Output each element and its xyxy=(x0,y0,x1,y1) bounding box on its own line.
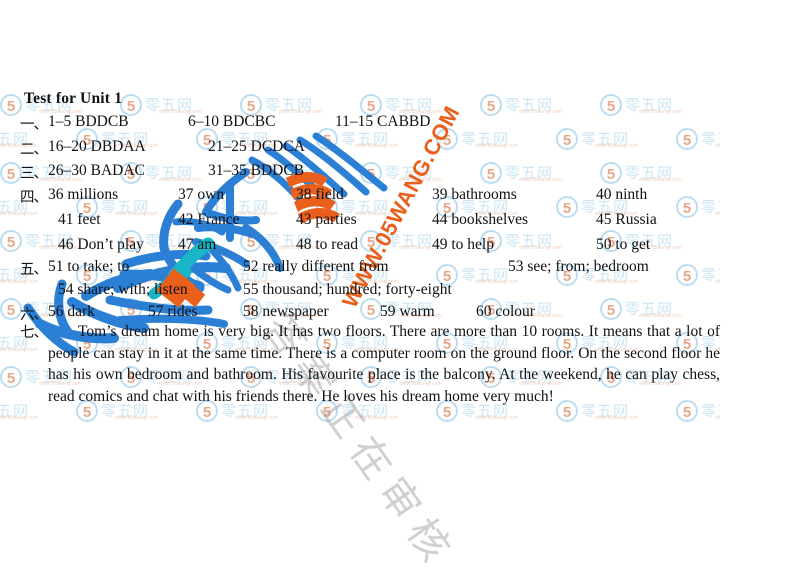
answer-row: 54 share; with; listen 55 thousand; hundr… xyxy=(0,281,800,303)
answer-cell: 59 warm xyxy=(380,303,435,320)
answer-cell: 1–5 BDDCB xyxy=(48,113,129,130)
answer-cell: 50 to get xyxy=(596,236,651,253)
answer-row: 46 Don’t play 47 am 48 to read 49 to help 50… xyxy=(0,236,800,258)
answer-cell: 40 ninth xyxy=(596,186,648,203)
answer-cell: 52 really different from xyxy=(243,258,389,275)
page-title: Test for Unit 1 xyxy=(24,90,123,107)
answer-row: 二、 16–20 DBDAA 21–25 DCDCA xyxy=(0,138,800,160)
section-marker: 二、 xyxy=(20,142,48,158)
answer-cell: 51 to take; to xyxy=(48,258,130,275)
answer-row: 四、 36 millions 37 own 38 field 39 bathrooms 4… xyxy=(0,186,800,208)
answer-sheet-content: Test for Unit 1 一、 1–5 BDDCB 6–10 BDCBC 11–… xyxy=(0,0,800,516)
answer-cell: 45 Russia xyxy=(596,211,657,228)
answer-row: 三、 26–30 BADAC 31–35 BDDCB xyxy=(0,162,800,184)
answer-cell: 11–15 CABBD xyxy=(335,113,431,130)
answer-cell: 36 millions xyxy=(48,186,119,203)
answer-cell: 31–35 BDDCB xyxy=(208,162,305,179)
answer-cell: 21–25 DCDCA xyxy=(208,138,305,155)
essay-paragraph: Tom’s dream home is very big. It has two… xyxy=(48,323,720,405)
section-marker: 三、 xyxy=(20,166,48,182)
answer-cell: 38 field xyxy=(296,186,344,203)
answer-sheet-page: 5 零五网 www.05wang.com 5 零五网 www.05wang.com 5 零五网… xyxy=(0,0,800,578)
answer-cell: 58 newspaper xyxy=(243,303,329,320)
answer-cell: 16–20 DBDAA xyxy=(48,138,146,155)
answer-row: 41 feet 42 France 43 parties 44 bookshelves… xyxy=(0,211,800,233)
answer-cell: 26–30 BADAC xyxy=(48,162,145,179)
answer-cell: 49 to help xyxy=(432,236,494,253)
answer-cell: 42 France xyxy=(178,211,240,228)
answer-cell: 48 to read xyxy=(296,236,358,253)
answer-cell: 55 thousand; hundred; forty-eight xyxy=(243,281,452,298)
answer-cell: 56 dark xyxy=(48,303,95,320)
section-marker: 七、 xyxy=(20,325,48,341)
answer-cell: 46 Don’t play xyxy=(58,236,144,253)
section-marker: 一、 xyxy=(20,117,48,133)
answer-cell: 41 feet xyxy=(58,211,101,228)
answer-cell: 37 own xyxy=(178,186,225,203)
answer-cell: 54 share; with; listen xyxy=(58,281,188,298)
answer-cell: 43 parties xyxy=(296,211,357,228)
answer-cell: 6–10 BDCBC xyxy=(188,113,276,130)
answer-cell: 47 am xyxy=(178,236,217,253)
answer-row: 一、 1–5 BDDCB 6–10 BDCBC 11–15 CABBD xyxy=(0,113,800,135)
section-marker: 五、 xyxy=(20,262,48,278)
answer-cell: 39 bathrooms xyxy=(432,186,517,203)
answer-cell: 44 bookshelves xyxy=(432,211,529,228)
answer-cell: 60 colour xyxy=(476,303,535,320)
answer-cell: 53 see; from; bedroom xyxy=(508,258,649,275)
section-marker: 四、 xyxy=(20,190,48,206)
answer-row: 五、 51 to take; to 52 really different from… xyxy=(0,258,800,280)
answer-cell: 57 rides xyxy=(148,303,198,320)
